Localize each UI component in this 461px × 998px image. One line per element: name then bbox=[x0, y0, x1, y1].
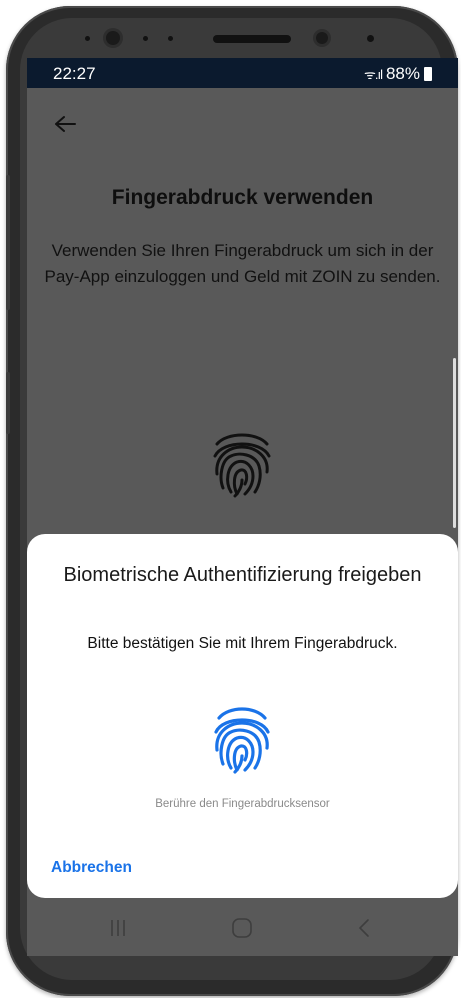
earpiece-speaker bbox=[213, 35, 291, 43]
home-icon[interactable] bbox=[227, 914, 257, 942]
status-time: 22:27 bbox=[53, 64, 96, 83]
page-description: Verwenden Sie Ihren Fingerabdruck um sic… bbox=[44, 241, 441, 286]
dialog-hint: Berühre den Fingerabdrucksensor bbox=[155, 798, 330, 810]
battery-icon bbox=[424, 67, 432, 81]
status-right: ᯤ.ıl 88% bbox=[364, 64, 432, 84]
sensor-dot bbox=[85, 36, 90, 41]
screen: 22:27 ᯤ.ıl 88% Fingerabdruck verwenden V… bbox=[27, 58, 458, 956]
biometric-dialog: Biometrische Authentifizierung freigeben… bbox=[27, 534, 458, 898]
sensor-dot bbox=[143, 36, 148, 41]
page-title: Fingerabdruck verwenden bbox=[111, 186, 374, 209]
arrow-left-icon[interactable] bbox=[51, 110, 79, 138]
volume-button bbox=[6, 175, 10, 310]
signal-icon: ᯤ.ıl bbox=[363, 67, 383, 82]
dialog-subtitle: Bitte bestätigen Sie mit Ihrem Fingerabd… bbox=[87, 635, 398, 652]
sensor-dot bbox=[168, 36, 173, 41]
bixby-button bbox=[6, 372, 10, 434]
back-chevron-icon[interactable] bbox=[349, 914, 379, 942]
recent-apps-icon[interactable] bbox=[103, 914, 133, 942]
cancel-button[interactable]: Abbrechen bbox=[51, 859, 132, 877]
front-camera bbox=[106, 31, 120, 45]
battery-level: 88% bbox=[385, 64, 420, 83]
fingerprint-icon bbox=[213, 433, 271, 498]
navigation-bar bbox=[27, 900, 458, 956]
scroll-indicator[interactable] bbox=[453, 358, 456, 528]
sensor-dot bbox=[367, 35, 374, 42]
phone-top-sensors bbox=[0, 0, 461, 58]
fingerprint-icon[interactable] bbox=[213, 704, 271, 774]
status-bar: 22:27 ᯤ.ıl 88% bbox=[27, 58, 458, 88]
iris-camera bbox=[316, 32, 328, 44]
dialog-title: Biometrische Authentifizierung freigeben bbox=[63, 564, 422, 586]
